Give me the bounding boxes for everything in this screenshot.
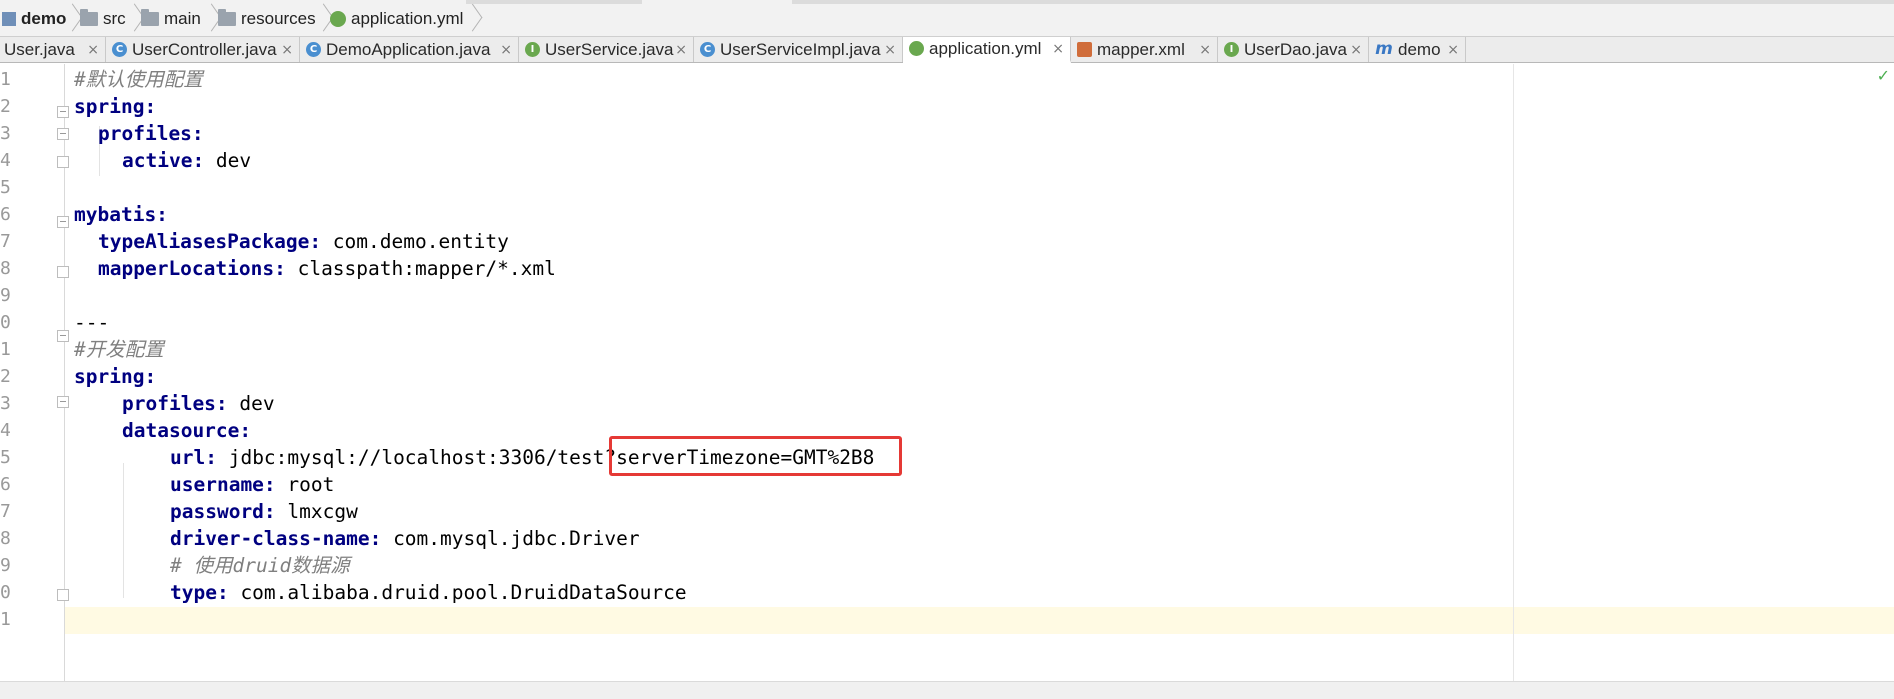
code-line: 3 profiles: dev xyxy=(0,392,275,415)
tab-userdao-java[interactable]: I UserDao.java × xyxy=(1218,37,1369,62)
code-line: 6 mybatis: xyxy=(0,203,168,226)
code-line: 2 spring: xyxy=(0,95,157,118)
class-icon: C xyxy=(112,42,127,57)
breadcrumb-item-demo[interactable]: demo xyxy=(2,0,66,37)
code-line: 1 #开发配置 xyxy=(0,338,164,361)
tab-demoapplication-java[interactable]: C DemoApplication.java × xyxy=(300,37,519,62)
breadcrumb-label: src xyxy=(103,8,126,28)
editor-tab-bar: User.java × C UserController.java × C De… xyxy=(0,37,1894,63)
code-line: 5 url: jdbc:mysql://localhost:3306/test?s… xyxy=(0,446,875,469)
tab-mapper-xml[interactable]: mapper.xml × xyxy=(1071,37,1218,62)
code-line: 5 xyxy=(0,177,11,198)
breadcrumb-label: demo xyxy=(21,8,67,28)
annotation-highlight-box xyxy=(609,436,902,476)
code-line: 7 password: lmxcgw xyxy=(0,500,358,523)
yaml-file-icon xyxy=(330,10,346,27)
chevron-right-icon xyxy=(464,5,478,33)
yaml-icon xyxy=(909,41,924,56)
close-icon[interactable]: × xyxy=(87,42,99,58)
breadcrumb-label: application.yml xyxy=(351,8,464,28)
code-line: 9 # 使用druid数据源 xyxy=(0,554,350,577)
code-line: 8 driver-class-name: com.mysql.jdbc.Drive… xyxy=(0,527,640,550)
close-icon[interactable]: × xyxy=(281,42,293,58)
tab-label: UserController.java xyxy=(132,39,277,59)
tab-label: User.java xyxy=(4,39,75,59)
tab-userserviceimpl-java[interactable]: C UserServiceImpl.java × xyxy=(694,37,903,62)
inspection-ok-icon[interactable]: ✓ xyxy=(1877,66,1890,85)
code-line: 1 xyxy=(0,609,11,630)
code-line: 8 mapperLocations: classpath:mapper/*.xml xyxy=(0,257,556,280)
code-line: 7 typeAliasesPackage: com.demo.entity xyxy=(0,230,509,253)
tab-label: UserService.java xyxy=(545,39,674,59)
breadcrumb-item-application-yml[interactable]: application.yml xyxy=(330,0,463,37)
module-icon xyxy=(2,11,16,26)
interface-icon: I xyxy=(525,42,540,57)
top-toolbar-strip xyxy=(792,0,1894,4)
breadcrumb-label: resources xyxy=(241,8,316,28)
close-icon[interactable]: × xyxy=(1199,42,1211,58)
spring-class-icon: C xyxy=(306,42,321,57)
folder-icon xyxy=(80,8,98,26)
code-line: 6 username: root xyxy=(0,473,335,496)
code-line: 0 --- xyxy=(0,311,110,334)
breadcrumb-item-src[interactable]: src xyxy=(80,0,126,37)
interface-icon: I xyxy=(1224,42,1239,57)
xml-icon xyxy=(1077,42,1092,57)
tab-label: application.yml xyxy=(929,38,1042,58)
code-line: 4 active: dev xyxy=(0,149,252,172)
close-icon[interactable]: × xyxy=(1350,42,1362,58)
chevron-right-icon xyxy=(315,5,329,33)
close-icon[interactable]: × xyxy=(1052,41,1064,57)
folder-icon xyxy=(141,8,159,26)
code-line: 0 type: com.alibaba.druid.pool.DruidDataS… xyxy=(0,581,687,604)
maven-icon: m xyxy=(1375,39,1393,59)
code-editor[interactable]: 1 #默认使用配置 2 spring: 3 profiles: 4 active: de… xyxy=(0,64,1894,681)
tab-label: DemoApplication.java xyxy=(326,39,491,59)
navigation-breadcrumb: demo src main resources application.yml xyxy=(0,0,1894,37)
code-line: 9 xyxy=(0,285,11,306)
code-line: 3 profiles: xyxy=(0,122,204,145)
close-icon[interactable]: × xyxy=(884,42,896,58)
class-icon: C xyxy=(700,42,715,57)
breadcrumb-label: main xyxy=(164,8,201,28)
resources-folder-icon xyxy=(218,8,236,26)
status-bar xyxy=(0,681,1894,699)
tab-usercontroller-java[interactable]: C UserController.java × xyxy=(106,37,300,62)
close-icon[interactable]: × xyxy=(1447,42,1459,58)
tab-label: mapper.xml xyxy=(1097,39,1185,59)
breadcrumb-item-resources[interactable]: resources xyxy=(218,0,316,37)
tab-label: UserDao.java xyxy=(1244,39,1347,59)
code-line: 4 datasource: xyxy=(0,419,252,442)
chevron-right-icon xyxy=(64,5,78,33)
code-line: 1 #默认使用配置 xyxy=(0,68,203,91)
top-toolbar-strip xyxy=(466,0,642,4)
chevron-right-icon xyxy=(126,5,140,33)
tab-application-yml[interactable]: application.yml × xyxy=(903,37,1071,63)
close-icon[interactable]: × xyxy=(675,42,687,58)
code-line: 2 spring: xyxy=(0,365,157,388)
tab-label: UserServiceImpl.java xyxy=(720,39,881,59)
tab-userservice-java[interactable]: I UserService.java × xyxy=(519,37,694,62)
breadcrumb-item-main[interactable]: main xyxy=(141,0,201,37)
tab-demo-maven[interactable]: m demo × xyxy=(1369,37,1466,62)
tab-user-java[interactable]: User.java × xyxy=(0,37,106,62)
chevron-right-icon xyxy=(203,5,217,33)
tab-label: demo xyxy=(1398,39,1441,59)
close-icon[interactable]: × xyxy=(500,42,512,58)
